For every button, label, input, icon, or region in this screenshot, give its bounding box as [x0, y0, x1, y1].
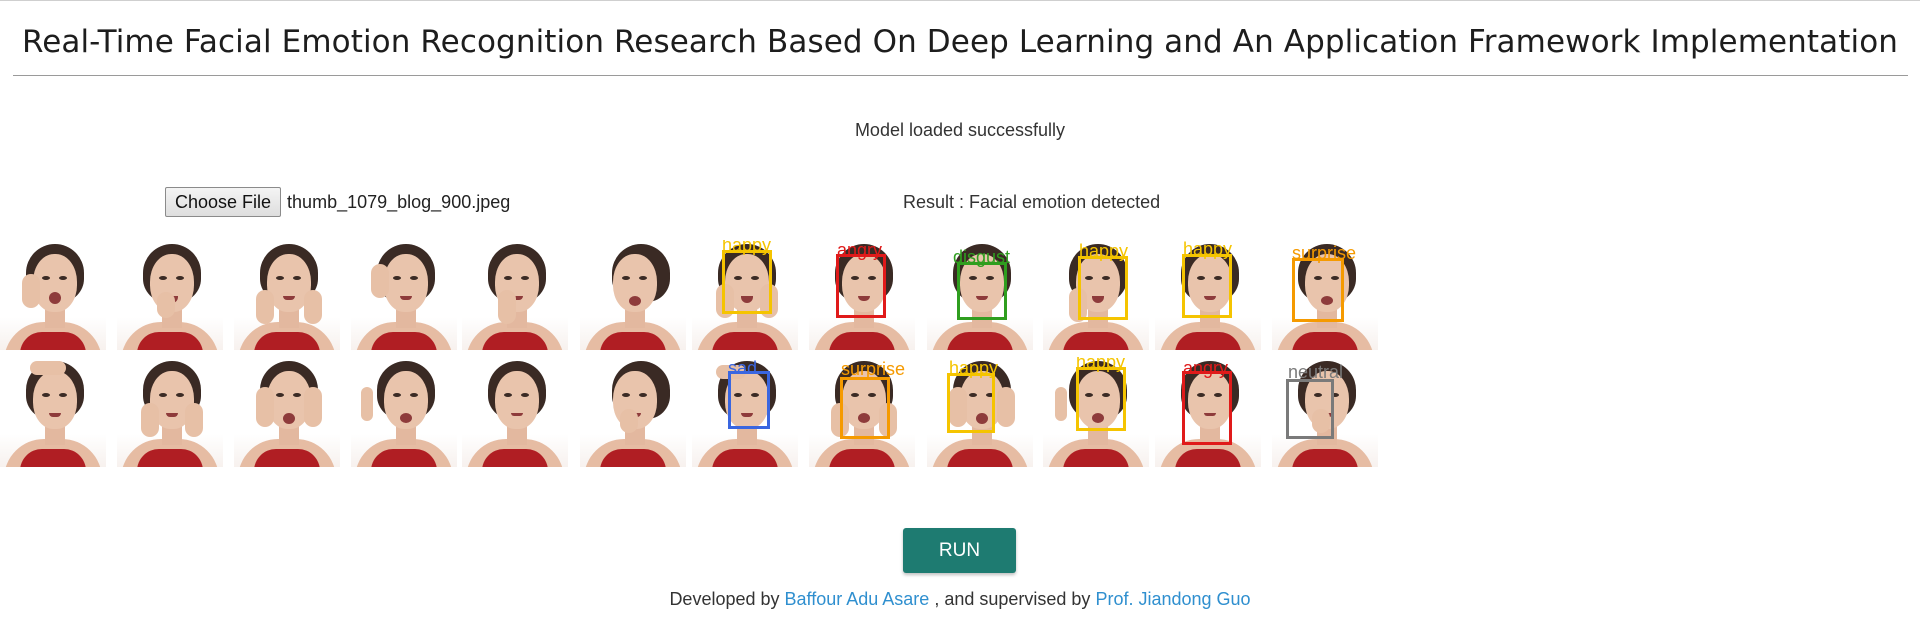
supervisor-link[interactable]: Prof. Jiandong Guo: [1095, 589, 1250, 609]
detection-box: [1076, 367, 1126, 431]
detection-label: angry: [1183, 358, 1229, 378]
face-image: [462, 240, 568, 350]
detection-label: happy: [949, 358, 999, 378]
page-title: Real-Time Facial Emotion Recognition Res…: [21, 24, 1899, 60]
title-divider: [13, 75, 1908, 76]
footer-prefix: Developed by: [669, 589, 780, 609]
face-image: surprise: [809, 357, 915, 467]
file-input[interactable]: Choose File thumb_1079_blog_900.jpeg: [165, 187, 510, 217]
detection-box: [728, 371, 770, 429]
face-image: [0, 240, 106, 350]
face-image: [580, 240, 686, 350]
detection-label: sad: [728, 358, 758, 378]
face-image: [234, 240, 340, 350]
detection-label: surprise: [1292, 243, 1357, 263]
face-image: [351, 240, 457, 350]
face-image: happy: [1155, 240, 1261, 350]
face-image: sad: [692, 357, 798, 467]
face-image: surprise: [1272, 240, 1378, 350]
detection-label: angry: [837, 240, 883, 260]
detection-box: [1182, 254, 1232, 318]
face-image: happy: [1043, 240, 1149, 350]
detection-label: happy: [1079, 241, 1129, 261]
face-image: [234, 357, 340, 467]
detection-label: surprise: [841, 359, 906, 379]
face-image: angry: [809, 240, 915, 350]
run-button[interactable]: RUN: [903, 528, 1016, 573]
face-image: [351, 357, 457, 467]
developer-link[interactable]: Baffour Adu Asare: [785, 589, 930, 609]
detection-box: [840, 377, 890, 439]
model-status-text: Model loaded successfully: [854, 120, 1066, 140]
face-image: [117, 357, 223, 467]
face-image: neutral: [1272, 357, 1378, 467]
face-image: happy: [692, 240, 798, 350]
face-image: [462, 357, 568, 467]
top-rule: [0, 0, 1920, 1]
detection-label: happy: [1076, 357, 1126, 372]
result-text: Result : Facial emotion detected: [903, 192, 1161, 212]
detection-box: [947, 373, 995, 433]
detection-box: [836, 254, 886, 318]
detection-label: happy: [722, 240, 772, 255]
footer-middle: , and supervised by: [934, 589, 1091, 609]
footer-credits: Developed by Baffour Adu Asare , and sup…: [0, 589, 1920, 610]
selected-file-name: thumb_1079_blog_900.jpeg: [287, 191, 511, 212]
detection-label: happy: [1183, 240, 1233, 259]
face-image-grid: happy angry disgust happy happy surprise: [0, 240, 1380, 470]
face-image: angry: [1155, 357, 1261, 467]
detection-box: [1286, 379, 1334, 439]
detection-box: [1078, 256, 1128, 320]
face-image: happy: [1043, 357, 1149, 467]
detection-box: [722, 250, 772, 314]
face-image: disgust: [927, 240, 1033, 350]
detection-box: [1292, 258, 1344, 322]
detection-box: [957, 262, 1007, 320]
choose-file-button[interactable]: Choose File: [165, 187, 282, 217]
face-image: [117, 240, 223, 350]
face-image: happy: [927, 357, 1033, 467]
face-image: [580, 357, 686, 467]
detection-label: neutral: [1288, 362, 1344, 382]
face-image: [0, 357, 106, 467]
detection-box: [1182, 371, 1232, 445]
detection-label: disgust: [953, 247, 1011, 267]
